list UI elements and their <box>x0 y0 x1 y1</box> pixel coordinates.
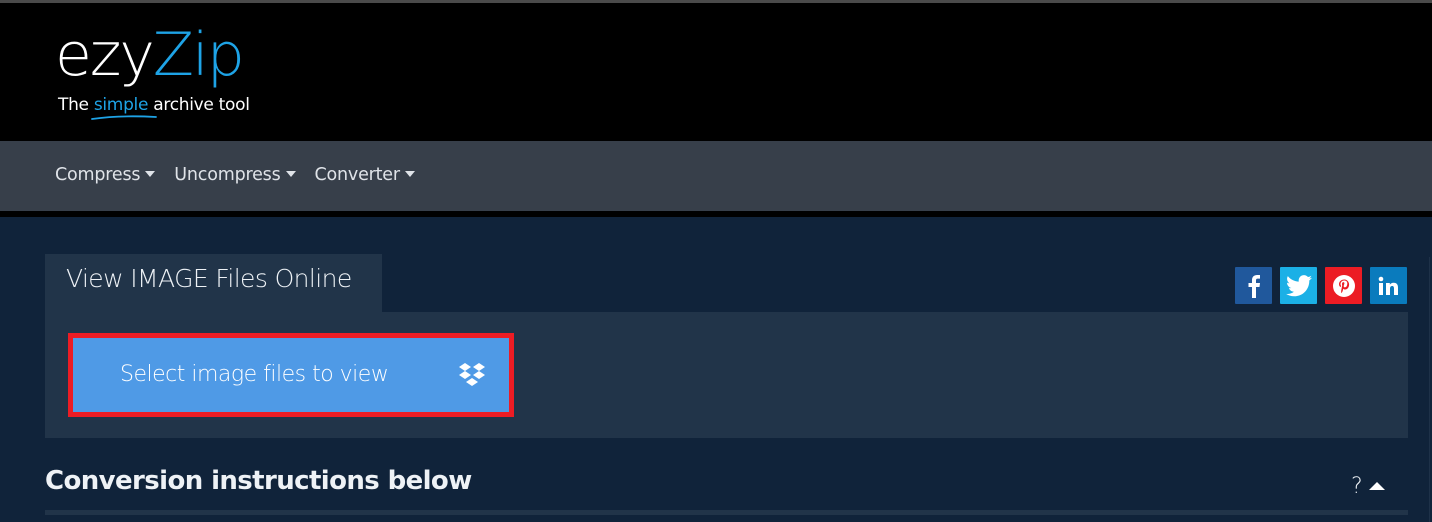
nav-compress-dropdown[interactable]: Compress <box>55 165 156 185</box>
dropbox-icon[interactable] <box>457 360 487 390</box>
tagline-highlight-text: simple <box>93 95 149 115</box>
nav-converter-label: Converter <box>314 165 401 185</box>
caret-down-icon <box>404 170 415 177</box>
site-header: ezyZip The simple archive tool <box>0 3 1432 141</box>
logo-text-zip: Zip <box>152 20 245 90</box>
help-icon[interactable]: ? <box>1351 474 1363 499</box>
share-linkedin-button[interactable] <box>1370 267 1407 304</box>
tagline-suffix: archive tool <box>148 95 250 115</box>
content-right-border <box>1429 257 1430 522</box>
nav-uncompress-dropdown[interactable]: Uncompress <box>174 165 296 185</box>
instructions-divider <box>45 510 1408 515</box>
underline-swoosh-icon <box>90 115 157 120</box>
facebook-icon <box>1248 274 1260 298</box>
nav-converter-dropdown[interactable]: Converter <box>315 165 415 185</box>
ezyzip-logo[interactable]: ezyZip The simple archive tool <box>55 25 250 120</box>
nav-uncompress-label: Uncompress <box>174 165 281 185</box>
share-twitter-button[interactable] <box>1280 267 1317 304</box>
tagline-highlight: simple <box>90 95 157 120</box>
caret-up-icon[interactable] <box>1368 481 1385 490</box>
nav-compress-label: Compress <box>55 165 141 185</box>
twitter-icon <box>1285 274 1312 296</box>
select-files-button[interactable]: Select image files to view <box>68 333 514 417</box>
nav-menu: Compress Uncompress Converter <box>55 165 434 185</box>
linkedin-icon <box>1378 276 1398 295</box>
main-navbar: Compress Uncompress Converter <box>0 141 1432 211</box>
tool-title: View IMAGE Files Online <box>66 264 352 293</box>
instructions-toggle[interactable]: ? <box>1351 474 1385 499</box>
logo-text-ezy: ezy <box>55 20 155 90</box>
logo-wordmark: ezyZip <box>55 25 245 85</box>
share-pinterest-button[interactable] <box>1325 267 1362 304</box>
caret-down-icon <box>285 170 296 177</box>
logo-tagline: The simple archive tool <box>58 95 250 120</box>
pinterest-icon <box>1332 274 1355 297</box>
share-facebook-button[interactable] <box>1235 267 1272 304</box>
tagline-prefix: The <box>58 95 94 115</box>
select-files-label: Select image files to view <box>120 362 389 387</box>
caret-down-icon <box>145 170 156 177</box>
instructions-heading: Conversion instructions below <box>45 466 472 496</box>
tool-tab: View IMAGE Files Online <box>45 254 382 312</box>
